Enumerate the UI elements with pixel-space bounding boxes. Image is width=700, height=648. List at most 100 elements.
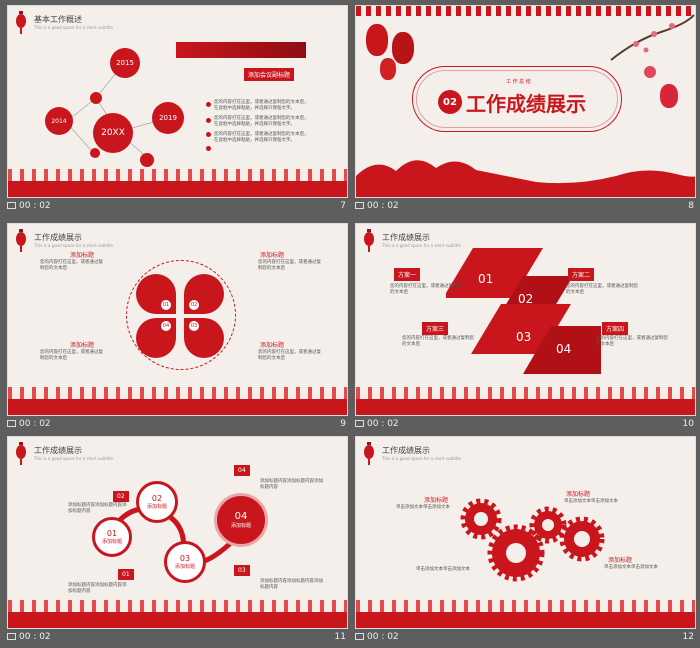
slide-number: 11 [334, 632, 346, 642]
lantern-icon [364, 229, 374, 252]
slide-timing: 00 : 02 [7, 632, 51, 642]
lantern-icon [16, 442, 26, 465]
step-circle: 01 添加标题 [92, 517, 132, 557]
step-tag: 01 [118, 569, 134, 580]
slide-thumb-9[interactable]: 工作成绩展示 This is a good space for a short … [7, 223, 348, 435]
dot-node [90, 92, 102, 104]
step-text: 添加标题内容添加标题内容添加标题内容 [68, 583, 127, 594]
slide-title: 工作成绩展示 [34, 446, 82, 455]
step-tag: 03 [234, 565, 250, 576]
slide-thumb-11[interactable]: 工作成绩展示 This is a good space for a short … [7, 436, 348, 648]
slide-timing: 00 : 02 [7, 419, 51, 429]
lantern-icon [16, 11, 26, 34]
year-node: 20XX [93, 113, 133, 153]
slide-number: 10 [682, 419, 694, 429]
gear-text: 单击添加文本单击添加文本 [396, 505, 450, 510]
lantern-icon [380, 58, 396, 80]
dot-node [140, 153, 154, 167]
gear-text: 单击添加文本单击添加文本 [416, 567, 470, 572]
slide-timing: 00 : 02 [355, 632, 399, 642]
item-text: 您的内容打在这里，或者通过复制您的文本后 [40, 260, 103, 271]
plan-text: 您的内容打在这里，或者通过复制您的文本后 [566, 284, 638, 295]
step-tag: 02 [113, 491, 129, 502]
slide-canvas: 工作成绩展示 This is a good space for a short … [355, 436, 696, 629]
slide-meta: 00 : 02 7 [7, 201, 348, 215]
lantern-icon [366, 24, 388, 56]
subtitle-label: 添加会议副标题 [244, 68, 295, 81]
slide-sorter-grid: 基本工作概述 This is a good space for a short … [0, 0, 700, 648]
transition-icon [355, 420, 364, 427]
bullet-dot-icon [206, 102, 211, 107]
transition-icon [355, 633, 364, 640]
slide-subtitle: This is a good space for a short subtitl… [34, 243, 113, 248]
step-text: 添加标题内容添加标题内容添加标题内容 [260, 579, 323, 590]
plan-text: 您的内容打在这里，或者通过复制您的文本后 [596, 336, 668, 347]
slide-timing: 00 : 02 [7, 201, 51, 211]
title-bar [176, 42, 306, 58]
fence-decoration [8, 169, 347, 197]
plan-text: 您的内容打在这里，或者通过复制您的文本后 [390, 284, 462, 295]
year-node: 2014 [45, 107, 73, 135]
slide-subtitle: This is a good space for a short subtitl… [34, 25, 113, 30]
item-text: 您的内容打在这里，或者通过复制您的文本后 [40, 350, 103, 361]
fence-decoration [356, 387, 695, 415]
lantern-icon [660, 84, 678, 108]
bullet-item: 在此框中选择粘贴，并选择只保留文字。 [214, 106, 295, 111]
slide-timing: 00 : 02 [355, 419, 399, 429]
lantern-icon [16, 229, 26, 252]
gear-text: 单击添加文本单击添加文本 [564, 499, 618, 504]
step-number: 04 [556, 342, 572, 356]
plan-label: 方案四 [602, 322, 629, 335]
bullet-dot-icon [206, 118, 211, 123]
bullet-dot-icon [206, 146, 211, 151]
section-badge: 02 [438, 90, 462, 114]
step-circle: 03 添加标题 [164, 541, 206, 583]
lantern-icon [644, 66, 656, 78]
slide-canvas: 工作成绩展示 This is a good space for a short … [7, 223, 348, 416]
slide-thumb-10[interactable]: 工作成绩展示 This is a good space for a short … [355, 223, 696, 435]
slide-subtitle: This is a good space for a short subtitl… [382, 456, 461, 461]
slide-number: 12 [682, 632, 694, 642]
fence-decoration [8, 600, 347, 628]
slide-meta: 00 : 02 10 [355, 419, 696, 433]
section-small-label: 工 作 总 结 [506, 79, 531, 85]
slide-title: 工作成绩展示 [382, 446, 430, 455]
transition-icon [7, 420, 16, 427]
plan-label: 方案一 [394, 268, 421, 281]
bullet-dot-icon [206, 132, 211, 137]
plan-label: 方案二 [568, 268, 595, 281]
gears-diagram [460, 498, 605, 582]
fence-decoration [356, 600, 695, 628]
slide-thumb-8[interactable]: 工 作 总 结 02 工作成绩展示 00 : 02 8 [355, 5, 696, 217]
step-tag: 04 [234, 465, 250, 476]
item-text: 您的内容打在这里，或者通过复制您的文本后 [258, 260, 321, 271]
slide-number: 7 [340, 201, 346, 211]
slide-number: 9 [340, 419, 346, 429]
transition-icon [7, 633, 16, 640]
step-text: 添加标题内容添加标题内容添加标题内容 [68, 503, 127, 514]
petal-number: 03 [188, 320, 200, 332]
petal-number: 04 [160, 320, 172, 332]
petal-number: 02 [188, 299, 200, 311]
plan-text: 您的内容打在这里，或者通过复制您的文本后 [402, 336, 474, 347]
year-node: 2019 [152, 102, 184, 134]
slide-title: 基本工作概述 [34, 15, 82, 24]
item-label: 添加标题 [260, 252, 285, 259]
step-number: 01 [478, 272, 494, 286]
item-label: 添加标题 [260, 342, 285, 349]
slide-thumb-12[interactable]: 工作成绩展示 This is a good space for a short … [355, 436, 696, 648]
slide-meta: 00 : 02 9 [7, 419, 348, 433]
step-number: 03 [516, 330, 532, 344]
slide-thumb-7[interactable]: 基本工作概述 This is a good space for a short … [7, 5, 348, 217]
slide-canvas: 工作成绩展示 This is a good space for a short … [7, 436, 348, 629]
bullet-item: 在此框中选择粘贴，并选择只保留文字。 [214, 122, 295, 127]
bullet-item: 在此框中选择粘贴，并选择只保留文字。 [214, 138, 295, 143]
petal-number: 01 [160, 299, 172, 311]
gear-label: 添加标题 [566, 491, 591, 498]
item-text: 您的内容打在这里，或者通过复制您的文本后 [258, 350, 321, 361]
plan-label: 方案三 [422, 322, 449, 335]
papercut-flowers-decoration [356, 160, 695, 197]
slide-canvas: 工 作 总 结 02 工作成绩展示 [355, 5, 696, 198]
year-node: 2015 [110, 48, 140, 78]
slide-number: 8 [688, 201, 694, 211]
